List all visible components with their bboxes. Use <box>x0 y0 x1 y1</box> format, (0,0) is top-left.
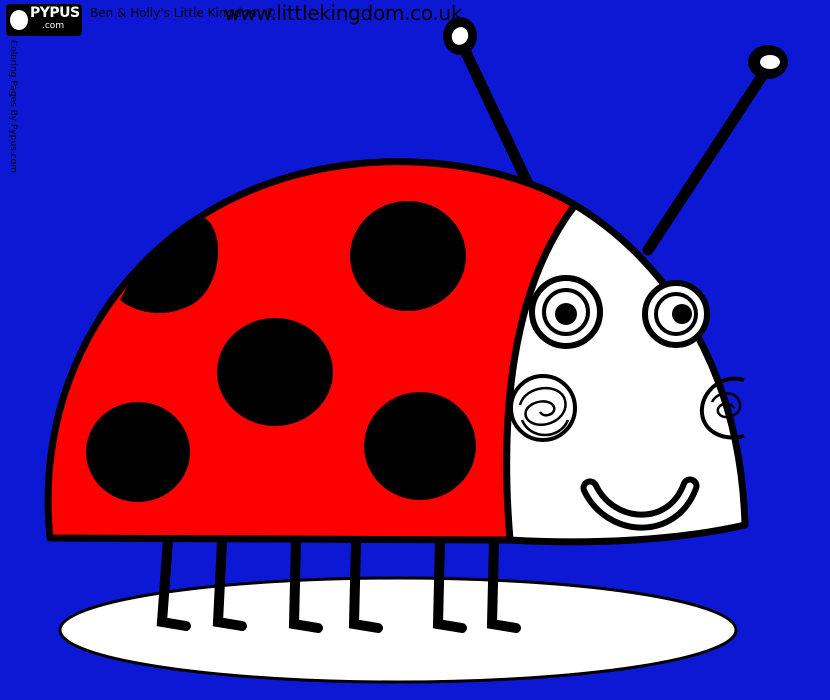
spot-bottom-right <box>364 392 476 500</box>
spot-middle <box>217 318 333 426</box>
side-watermark-text: Coloring Pages By Pypus.com <box>8 40 18 173</box>
pypus-logo[interactable]: PYPUS .com <box>6 4 82 36</box>
ladybird-illustration <box>44 17 788 684</box>
logo-face-icon <box>10 10 28 30</box>
spot-top-right <box>350 201 466 311</box>
header-url[interactable]: www.littlekingdom.co.uk <box>224 1 462 25</box>
side-watermark: Coloring Pages By Pypus.com <box>6 40 20 210</box>
ladybird-face <box>503 201 749 546</box>
logo-subtext: .com <box>42 21 65 31</box>
antenna-right <box>642 64 772 256</box>
logo-text: PYPUS <box>30 5 80 21</box>
spot-bottom-left <box>86 402 190 502</box>
coloring-page: PYPUS .com Ben & Holly's Little Kingdom … <box>0 0 830 700</box>
